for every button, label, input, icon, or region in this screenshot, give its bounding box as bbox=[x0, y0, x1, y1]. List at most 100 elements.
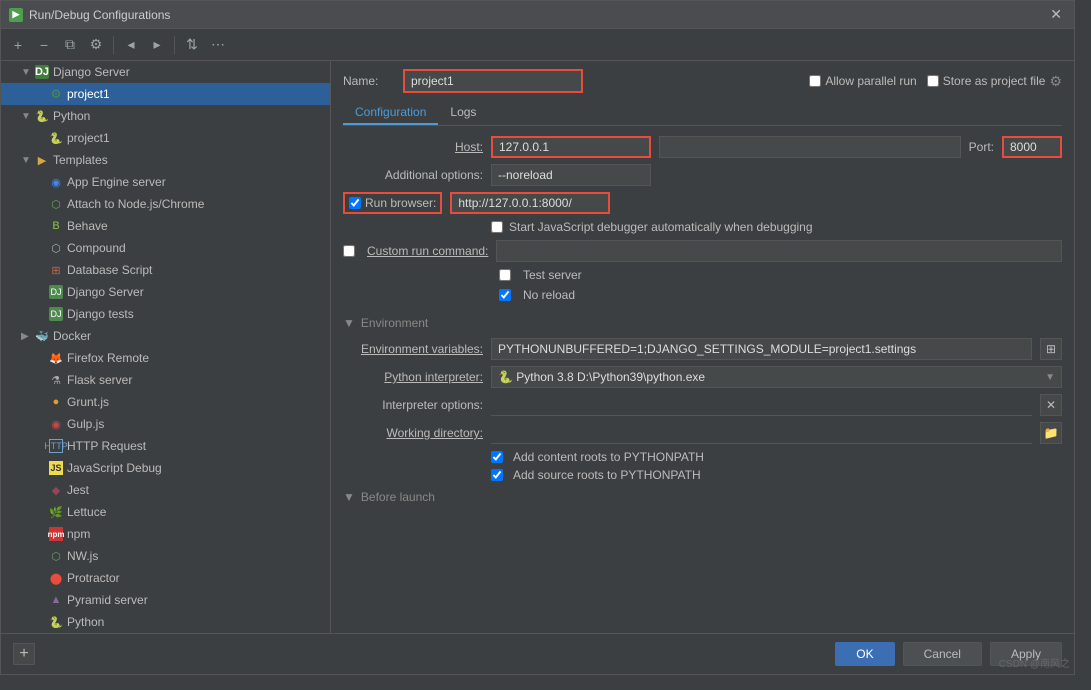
tree-item-flask[interactable]: ⚗ Flask server bbox=[1, 369, 330, 391]
add-source-roots-checkbox[interactable] bbox=[491, 469, 503, 481]
db-icon: ⊞ bbox=[49, 263, 63, 277]
interpreter-value: 🐍 Python 3.8 D:\Python39\python.exe bbox=[498, 370, 705, 384]
copy-config-button[interactable]: ⧉ bbox=[59, 34, 81, 56]
add-launch-button[interactable]: + bbox=[13, 643, 35, 665]
tree-item-label: Django Server bbox=[53, 65, 130, 79]
run-debug-dialog: ▶ Run/Debug Configurations ✕ + − ⧉ ⚙ ◂ ▸… bbox=[0, 0, 1075, 675]
tree-item-python-project1[interactable]: 🐍 project1 bbox=[1, 127, 330, 149]
add-config-button[interactable]: + bbox=[7, 34, 29, 56]
expand-arrow: ▼ bbox=[21, 67, 31, 78]
host-extra-input[interactable] bbox=[659, 136, 961, 158]
arrow-left-button[interactable]: ◂ bbox=[120, 34, 142, 56]
python-interpreter-row: Python interpreter: 🐍 Python 3.8 D:\Pyth… bbox=[343, 366, 1062, 388]
add-source-roots-row: Add source roots to PYTHONPATH bbox=[343, 468, 1062, 482]
js-debug-checkbox[interactable] bbox=[491, 221, 503, 233]
django-tests-icon: DJ bbox=[49, 307, 63, 321]
test-server-row: Test server bbox=[343, 268, 1062, 282]
pyramid-icon: ▲ bbox=[49, 593, 63, 607]
tree-group-django-server[interactable]: ▼ DJ Django Server bbox=[1, 61, 330, 83]
tree-item-lettuce[interactable]: 🌿 Lettuce bbox=[1, 501, 330, 523]
additional-options-label: Additional options: bbox=[343, 168, 483, 182]
tree-item-protractor[interactable]: ⬤ Protractor bbox=[1, 567, 330, 589]
tree-item-label: Django tests bbox=[67, 307, 134, 321]
no-reload-label: No reload bbox=[523, 288, 575, 302]
tree-item-firefox[interactable]: 🦊 Firefox Remote bbox=[1, 347, 330, 369]
add-content-roots-row: Add content roots to PYTHONPATH bbox=[343, 450, 1062, 464]
sort-button[interactable]: ⇅ bbox=[181, 34, 203, 56]
no-reload-row: No reload bbox=[343, 288, 1062, 302]
name-input[interactable] bbox=[403, 69, 583, 93]
allow-parallel-checkbox[interactable] bbox=[809, 75, 821, 87]
tree-item-pyramid[interactable]: ▲ Pyramid server bbox=[1, 589, 330, 611]
more-button[interactable]: ⋯ bbox=[207, 34, 229, 56]
jest-icon: ◆ bbox=[49, 483, 63, 497]
store-project-gear-icon[interactable]: ⚙ bbox=[1049, 73, 1062, 90]
python-icon: 🐍 bbox=[35, 109, 49, 123]
tree-item-label: Docker bbox=[53, 329, 91, 343]
tree-item-attach-node[interactable]: ⬡ Attach to Node.js/Chrome bbox=[1, 193, 330, 215]
tree-item-python-tmpl[interactable]: 🐍 Python bbox=[1, 611, 330, 633]
tree-item-app-engine[interactable]: ◉ App Engine server bbox=[1, 171, 330, 193]
tree-item-django-tests[interactable]: DJ Django tests bbox=[1, 303, 330, 325]
arrow-right-button[interactable]: ▸ bbox=[146, 34, 168, 56]
remove-config-button[interactable]: − bbox=[33, 34, 55, 56]
app-icon: ▶ bbox=[9, 8, 23, 22]
tree-item-label: Python bbox=[67, 615, 104, 629]
cancel-button[interactable]: Cancel bbox=[903, 642, 982, 666]
custom-run-checkbox[interactable] bbox=[343, 245, 355, 257]
lettuce-icon: 🌿 bbox=[49, 505, 63, 519]
folder-icon: ▶ bbox=[35, 153, 49, 167]
compound-icon: ⬡ bbox=[49, 241, 63, 255]
tree-item-label: Database Script bbox=[67, 263, 152, 277]
tree-item-compound[interactable]: ⬡ Compound bbox=[1, 237, 330, 259]
tree-item-django-server2[interactable]: DJ Django Server bbox=[1, 281, 330, 303]
host-input[interactable] bbox=[491, 136, 651, 158]
custom-run-input[interactable] bbox=[496, 240, 1062, 262]
tree-item-database-script[interactable]: ⊞ Database Script bbox=[1, 259, 330, 281]
add-content-roots-checkbox[interactable] bbox=[491, 451, 503, 463]
working-dir-input[interactable] bbox=[491, 422, 1032, 444]
tree-item-nwjs[interactable]: ⬡ NW.js bbox=[1, 545, 330, 567]
tree-item-http[interactable]: HTTP HTTP Request bbox=[1, 435, 330, 457]
tab-logs[interactable]: Logs bbox=[438, 101, 488, 125]
test-server-checkbox[interactable] bbox=[499, 269, 511, 281]
environment-arrow[interactable]: ▼ bbox=[343, 316, 355, 330]
interpreter-options-input[interactable] bbox=[491, 394, 1032, 416]
before-launch-label: Before launch bbox=[361, 490, 435, 504]
working-dir-browse-button[interactable]: 📁 bbox=[1040, 422, 1062, 444]
tree-item-django-project1[interactable]: ⚙ project1 bbox=[1, 83, 330, 105]
tree-item-gulp[interactable]: ◉ Gulp.js bbox=[1, 413, 330, 435]
tree-group-docker[interactable]: ▶ 🐳 Docker bbox=[1, 325, 330, 347]
django-icon: DJ bbox=[35, 65, 49, 79]
before-launch-section: ▼ Before launch bbox=[343, 490, 1062, 504]
env-vars-input[interactable] bbox=[491, 338, 1032, 360]
additional-options-input[interactable] bbox=[491, 164, 651, 186]
tree-group-templates[interactable]: ▼ ▶ Templates bbox=[1, 149, 330, 171]
no-reload-checkbox[interactable] bbox=[499, 289, 511, 301]
tree-group-python[interactable]: ▼ 🐍 Python bbox=[1, 105, 330, 127]
env-vars-edit-button[interactable]: ⊞ bbox=[1040, 338, 1062, 360]
tree-item-js-debug[interactable]: JS JavaScript Debug bbox=[1, 457, 330, 479]
tree-item-jest[interactable]: ◆ Jest bbox=[1, 479, 330, 501]
run-browser-row: Run browser: bbox=[343, 192, 1062, 214]
tree-item-label: App Engine server bbox=[67, 175, 166, 189]
host-label: Host: bbox=[343, 140, 483, 154]
python-interpreter-select[interactable]: 🐍 Python 3.8 D:\Python39\python.exe ▼ bbox=[491, 366, 1062, 388]
ok-button[interactable]: OK bbox=[835, 642, 894, 666]
tree-item-grunt[interactable]: ● Grunt.js bbox=[1, 391, 330, 413]
tree-item-npm[interactable]: npm npm bbox=[1, 523, 330, 545]
tree-item-label: npm bbox=[67, 527, 90, 541]
port-input[interactable] bbox=[1002, 136, 1062, 158]
store-project-checkbox[interactable] bbox=[927, 75, 939, 87]
interpreter-options-edit-button[interactable]: ✕ bbox=[1040, 394, 1062, 416]
node-icon: ⬡ bbox=[49, 197, 63, 211]
before-launch-arrow[interactable]: ▼ bbox=[343, 490, 355, 504]
tab-configuration[interactable]: Configuration bbox=[343, 101, 438, 125]
run-browser-url-input[interactable] bbox=[450, 192, 610, 214]
port-label: Port: bbox=[969, 140, 994, 154]
custom-run-row: Custom run command: bbox=[343, 240, 1062, 262]
run-browser-checkbox[interactable] bbox=[349, 197, 361, 209]
settings-button[interactable]: ⚙ bbox=[85, 34, 107, 56]
tree-item-behave[interactable]: B Behave bbox=[1, 215, 330, 237]
close-button[interactable]: ✕ bbox=[1046, 6, 1066, 23]
